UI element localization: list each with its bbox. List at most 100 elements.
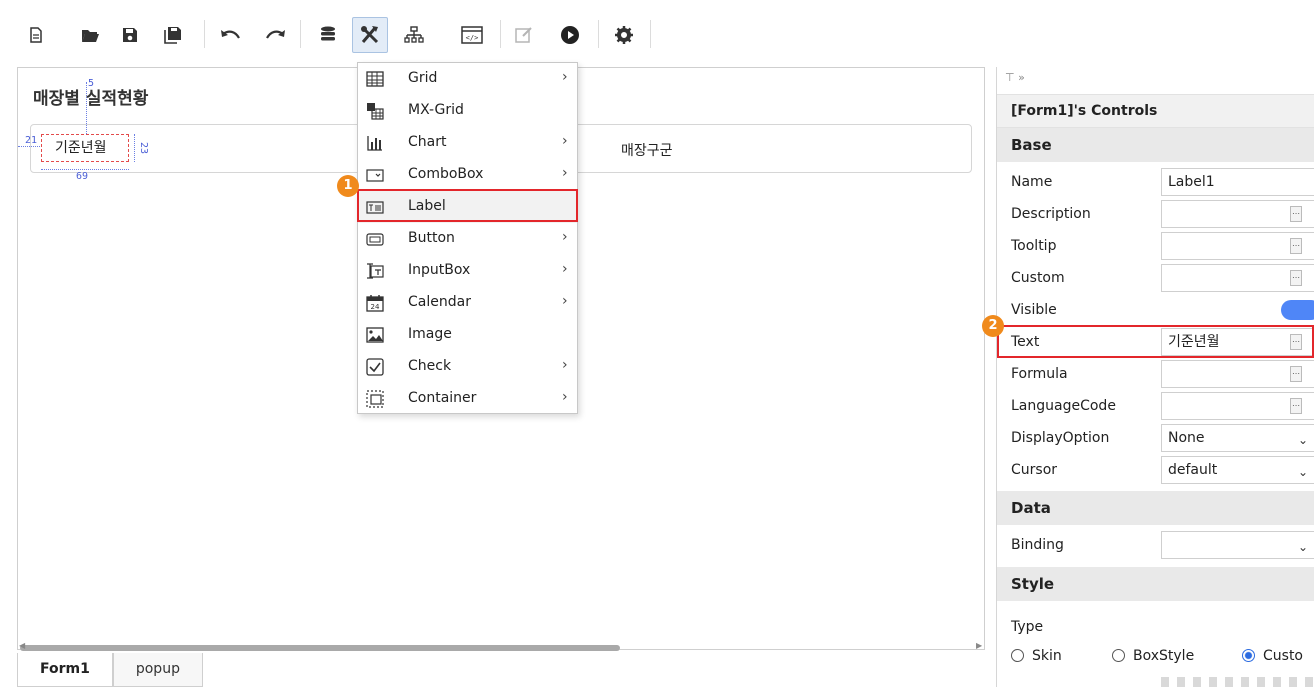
menu-item-label: Container <box>408 390 477 406</box>
menu-item-grid[interactable]: Grid › <box>358 63 577 95</box>
menu-item-mx-grid[interactable]: MX-Grid <box>358 95 577 127</box>
guide-line-height <box>134 134 135 162</box>
menu-item-label: Chart <box>408 134 447 150</box>
mx-grid-icon <box>366 102 384 120</box>
chevron-right-icon: › <box>562 261 568 277</box>
callout-badge-2: 2 <box>982 315 1004 337</box>
inputbox-icon <box>366 262 384 280</box>
calendar-icon: 24 <box>366 294 384 312</box>
redo-icon[interactable] <box>258 17 294 53</box>
ellipsis-button[interactable]: ⋯ <box>1290 270 1302 286</box>
visible-toggle[interactable] <box>1281 300 1314 320</box>
undo-icon[interactable] <box>212 17 248 53</box>
prop-input-description[interactable]: ⋯ <box>1161 200 1314 228</box>
scroll-right-icon[interactable]: ▶ <box>976 641 982 650</box>
save-all-icon[interactable] <box>155 17 191 53</box>
prop-input-languagecode[interactable]: ⋯ <box>1161 392 1314 420</box>
chevron-down-icon: ⌄ <box>1297 465 1308 479</box>
section-style[interactable]: Style <box>997 567 1314 601</box>
prop-input-tooltip[interactable]: ⋯ <box>1161 232 1314 260</box>
menu-item-label: MX-Grid <box>408 102 464 118</box>
radio-custom[interactable]: Custo <box>1242 648 1303 664</box>
image-icon <box>366 326 384 344</box>
svg-text:</>: </> <box>466 34 479 42</box>
prop-input-custom[interactable]: ⋯ <box>1161 264 1314 292</box>
menu-item-check[interactable]: Check › <box>358 351 577 383</box>
menu-item-image[interactable]: Image <box>358 319 577 351</box>
chevron-down-icon: ⌄ <box>1297 433 1308 447</box>
menu-item-inputbox[interactable]: InputBox › <box>358 255 577 287</box>
menu-item-combobox[interactable]: ComboBox › <box>358 159 577 191</box>
prop-label-binding: Binding <box>1011 537 1064 553</box>
menu-item-calendar[interactable]: 24 Calendar › <box>358 287 577 319</box>
database-icon[interactable] <box>310 17 346 53</box>
radio-skin[interactable]: Skin <box>1011 648 1062 664</box>
toolbar-separator <box>650 20 651 48</box>
chevron-right-icon: › <box>562 69 568 85</box>
settings-icon[interactable] <box>606 17 642 53</box>
radio-unchecked-icon <box>1011 649 1024 662</box>
pin-collapse-icon[interactable]: ⊤ » <box>1005 71 1025 84</box>
prop-select-binding[interactable]: ⌄ <box>1161 531 1314 559</box>
displayoption-value: None <box>1168 430 1205 446</box>
tab-form1[interactable]: Form1 <box>17 653 113 687</box>
properties-panel: ⊤ » [Form1]'s Controls Base Name Label1 … <box>996 67 1314 687</box>
save-icon[interactable] <box>112 17 148 53</box>
scroll-left-icon[interactable]: ◀ <box>19 641 25 650</box>
scrollbar-thumb[interactable] <box>20 645 620 651</box>
tools-icon[interactable] <box>352 17 388 53</box>
section-data[interactable]: Data <box>997 491 1314 525</box>
code-view-icon[interactable]: </> <box>454 17 490 53</box>
cursor-value: default <box>1168 462 1218 478</box>
prop-label-tooltip: Tooltip <box>1011 238 1057 254</box>
toolbar-separator <box>204 20 205 48</box>
menu-item-label: Check <box>408 358 452 374</box>
prop-select-displayoption[interactable]: None ⌄ <box>1161 424 1314 452</box>
menu-item-button[interactable]: Button › <box>358 223 577 255</box>
prop-label-custom: Custom <box>1011 270 1065 286</box>
tab-popup[interactable]: popup <box>112 653 203 687</box>
guide-left-value: 21 <box>25 135 38 146</box>
column-label[interactable]: 매장구군 <box>621 140 673 160</box>
new-file-icon[interactable] <box>18 17 54 53</box>
prop-select-cursor[interactable]: default ⌄ <box>1161 456 1314 484</box>
chevron-right-icon: › <box>562 165 568 181</box>
prop-input-name[interactable]: Label1 <box>1161 168 1314 196</box>
menu-item-container[interactable]: Container › <box>358 383 577 415</box>
menu-item-label: Grid <box>408 70 438 86</box>
svg-text:24: 24 <box>371 303 380 311</box>
guide-height-value: 23 <box>138 142 149 155</box>
ellipsis-button[interactable]: ⋯ <box>1290 366 1302 382</box>
grid-icon <box>366 70 384 88</box>
callout-badge-1: 1 <box>337 175 359 197</box>
section-base[interactable]: Base <box>997 128 1314 162</box>
toolbar-separator <box>500 20 501 48</box>
radio-boxstyle[interactable]: BoxStyle <box>1112 648 1194 664</box>
ellipsis-button[interactable]: ⋯ <box>1290 238 1302 254</box>
menu-item-label: InputBox <box>408 262 471 278</box>
menu-item-label: Button <box>408 230 455 246</box>
prop-input-formula[interactable]: ⋯ <box>1161 360 1314 388</box>
menu-item-chart[interactable]: Chart › <box>358 127 577 159</box>
combobox-icon <box>366 166 384 184</box>
toolbar-separator <box>598 20 599 48</box>
guide-line-top <box>86 82 87 134</box>
color-swatch[interactable] <box>1161 677 1314 687</box>
edit-icon[interactable] <box>506 17 542 53</box>
ellipsis-button[interactable]: ⋯ <box>1290 206 1302 222</box>
hierarchy-icon[interactable] <box>396 17 432 53</box>
chart-icon <box>366 134 384 152</box>
guide-line-width <box>41 169 129 170</box>
chevron-right-icon: › <box>562 133 568 149</box>
chevron-right-icon: › <box>562 293 568 309</box>
ellipsis-button[interactable]: ⋯ <box>1290 398 1302 414</box>
menu-item-label: Image <box>408 326 452 342</box>
prop-label-type: Type <box>1011 619 1044 635</box>
toolbar: </> <box>0 0 1314 62</box>
open-folder-icon[interactable] <box>72 17 108 53</box>
highlight-box-text <box>997 325 1314 358</box>
label1-control[interactable]: 기준년월 <box>41 134 129 162</box>
run-icon[interactable] <box>552 17 588 53</box>
radio-checked-icon <box>1242 649 1255 662</box>
toolbar-separator <box>300 20 301 48</box>
